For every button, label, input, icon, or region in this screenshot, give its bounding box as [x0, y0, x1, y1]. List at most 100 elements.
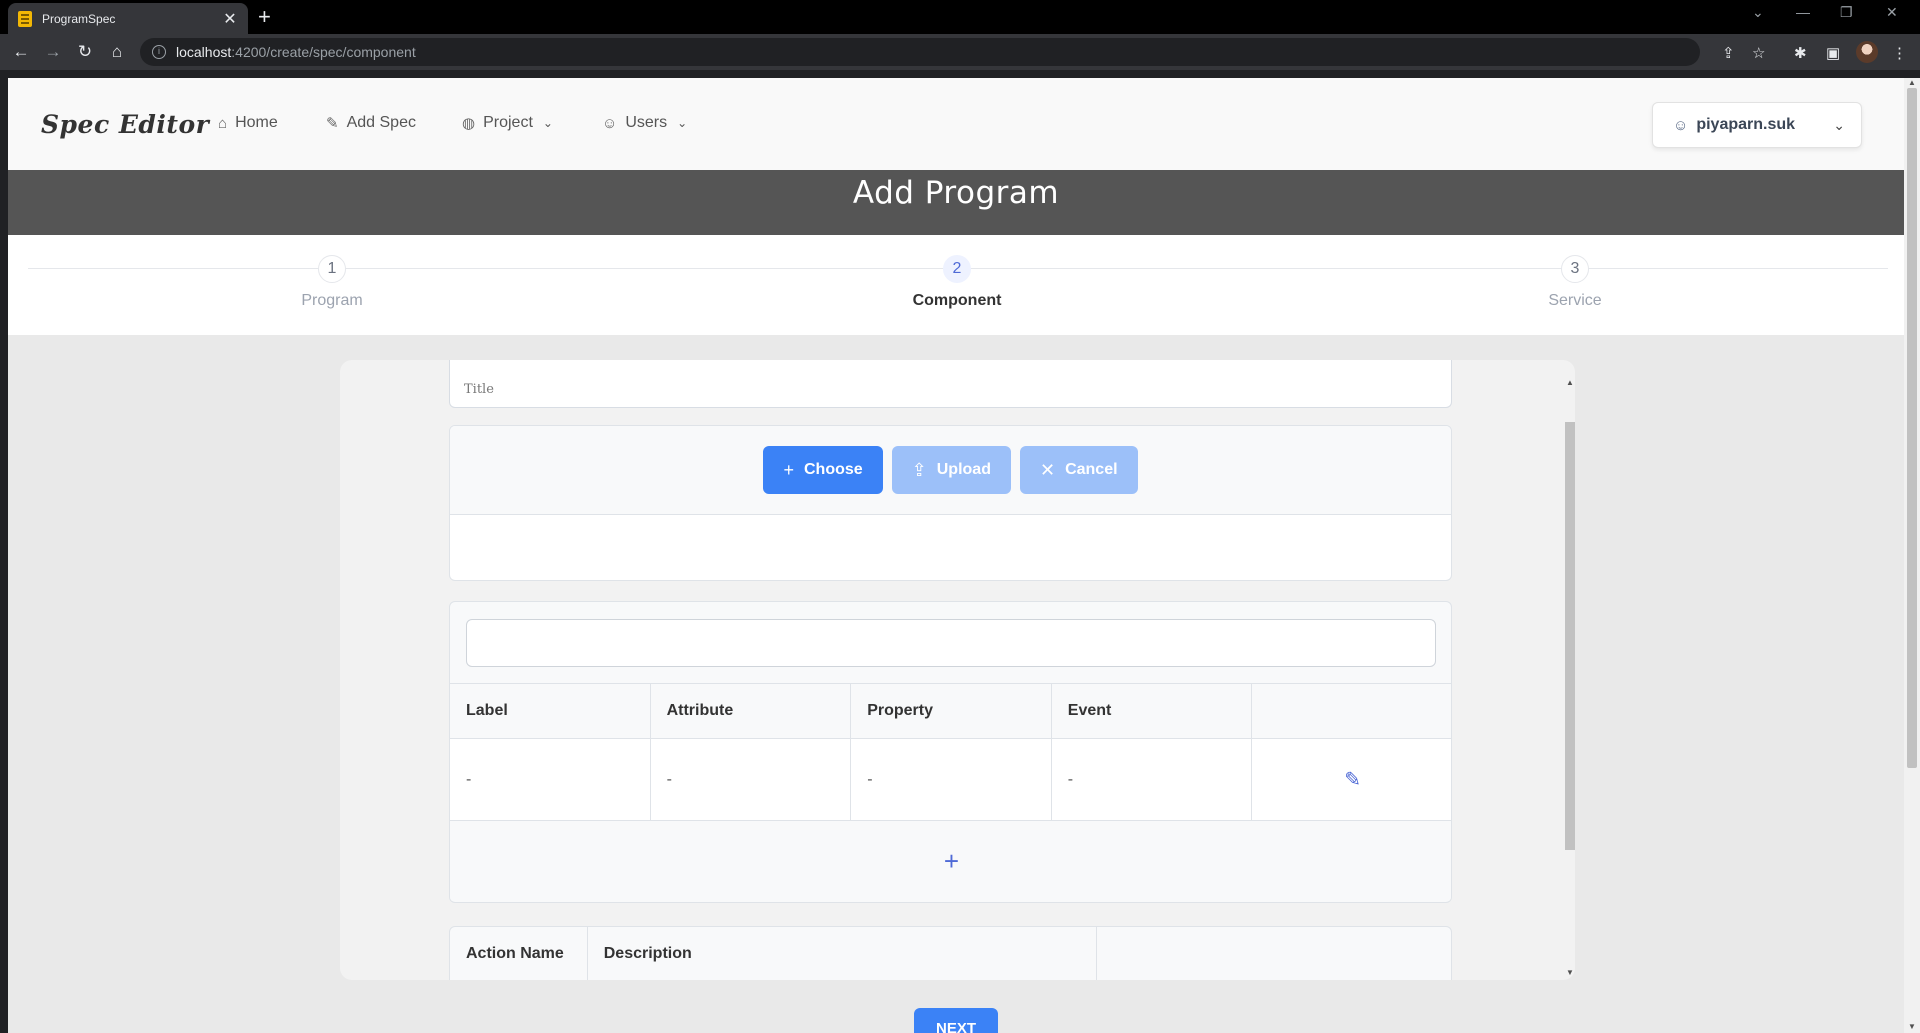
choose-button[interactable]: + Choose [763, 446, 883, 494]
plus-icon: + [783, 459, 794, 480]
forward-icon[interactable]: → [43, 42, 63, 62]
tab-title: ProgramSpec [42, 11, 116, 26]
page-title: Add Program [852, 175, 1060, 211]
add-row-button[interactable]: + [450, 820, 1451, 901]
nav-users-label: Users [625, 114, 668, 131]
user-icon: ☺ [1673, 116, 1689, 134]
extensions-icon[interactable]: ✱ [1794, 44, 1807, 62]
column-header: Label [450, 684, 651, 738]
table-cell: - [650, 739, 852, 820]
scroll-up-icon[interactable]: ▲ [1908, 78, 1916, 87]
share-icon[interactable]: ⇪ [1722, 44, 1735, 62]
user-icon: ☺ [602, 114, 618, 132]
page-banner: Add Program [8, 170, 1904, 235]
step-label: Component [912, 292, 1002, 309]
chevron-down-icon: ⌄ [677, 116, 688, 130]
side-panel-icon[interactable]: ▣ [1826, 44, 1840, 62]
bookmark-star-icon[interactable]: ☆ [1752, 44, 1765, 62]
minimize-icon[interactable]: — [1796, 4, 1810, 20]
upload-button[interactable]: ⇪ Upload [891, 446, 1011, 494]
nav-home[interactable]: ⌂ Home [218, 114, 278, 132]
nav-home-label: Home [235, 114, 278, 131]
scroll-down-icon[interactable]: ▼ [1908, 1022, 1916, 1031]
step-label: Program [301, 292, 363, 309]
component-form-card[interactable]: Title + Choose ⇪ Upload ✕ Cancel Label A… [340, 360, 1575, 980]
user-menu-button[interactable]: ☺ piyaparn.suk ⌄ [1652, 102, 1862, 148]
table-cell: - [450, 739, 651, 820]
nav-add-spec-label: Add Spec [346, 114, 416, 131]
column-header: Description [588, 927, 1097, 980]
nav-project-label: Project [483, 114, 533, 131]
cancel-button[interactable]: ✕ Cancel [1019, 446, 1138, 494]
column-header: Action Name [450, 927, 588, 980]
home-icon: ⌂ [218, 114, 228, 132]
scrollbar-thumb[interactable] [1565, 422, 1575, 850]
upload-icon: ⇪ [911, 459, 927, 480]
upload-label: Upload [936, 461, 991, 478]
tab-search-icon[interactable]: ⌄ [1752, 4, 1764, 21]
reload-icon[interactable]: ↻ [75, 42, 95, 62]
nav-users[interactable]: ☺ Users ⌄ [602, 114, 687, 132]
address-bar[interactable]: i localhost:4200/create/spec/component [140, 38, 1700, 66]
scroll-down-icon[interactable]: ▼ [1566, 968, 1574, 977]
step-component[interactable]: 2 Component [857, 235, 1057, 310]
step-number: 1 [318, 255, 346, 283]
browser-menu-icon[interactable]: ⋮ [1892, 44, 1907, 62]
action-table: Action Name Description [449, 926, 1452, 980]
next-button[interactable]: NEXT [914, 1008, 998, 1033]
browser-tab[interactable]: ProgramSpec ✕ [8, 3, 248, 34]
column-header-actions [1097, 927, 1451, 980]
scroll-up-icon[interactable]: ▲ [1566, 378, 1574, 387]
table-cell: - [851, 739, 1052, 820]
new-tab-icon[interactable]: + [258, 6, 271, 28]
step-number: 3 [1561, 255, 1589, 283]
table-header-row: Action Name Description [450, 927, 1451, 980]
pencil-icon: ✎ [326, 115, 339, 132]
close-icon: ✕ [1039, 459, 1056, 480]
title-placeholder: Title [464, 382, 494, 397]
nav-project[interactable]: ◍ Project ⌄ [462, 114, 553, 132]
column-header-actions [1252, 684, 1451, 738]
brand-logo[interactable]: Spec Editor [41, 110, 209, 139]
chevron-down-icon: ⌄ [542, 116, 553, 130]
component-name-input[interactable] [466, 619, 1436, 667]
stepper: 1 Program 2 Component 3 Service [8, 235, 1904, 335]
page-scrollbar[interactable]: ▲ ▼ [1904, 78, 1920, 1033]
table-header-row: Label Attribute Property Event [450, 683, 1451, 738]
edit-row-button[interactable]: ✎ [1252, 739, 1451, 820]
globe-icon: ◍ [462, 115, 476, 132]
username: piyaparn.suk [1696, 116, 1796, 133]
restore-icon[interactable]: ❐ [1840, 4, 1853, 21]
url-path: :4200/create/spec/component [231, 44, 416, 60]
component-table: Label Attribute Property Event - - - - ✎ [450, 683, 1451, 901]
close-tab-icon[interactable]: ✕ [222, 9, 238, 29]
column-header: Property [851, 684, 1052, 738]
step-program[interactable]: 1 Program [232, 235, 432, 310]
close-window-icon[interactable]: ✕ [1886, 4, 1898, 21]
site-info-icon[interactable]: i [152, 45, 166, 59]
browser-tab-bar: ProgramSpec ✕ + ⌄ — ❐ ✕ [0, 0, 1920, 34]
nav-add-spec[interactable]: ✎ Add Spec [326, 114, 416, 132]
column-header: Attribute [650, 684, 852, 738]
table-row: - - - - ✎ [450, 738, 1451, 820]
app-favicon-icon [18, 10, 32, 27]
step-label: Service [1548, 292, 1602, 309]
profile-avatar[interactable] [1856, 41, 1878, 63]
choose-label: Choose [803, 461, 863, 478]
table-cell: - [1051, 739, 1253, 820]
card-scrollbar[interactable]: ▲ ▼ [1565, 378, 1575, 978]
scrollbar-thumb[interactable] [1907, 88, 1917, 768]
title-field[interactable]: Title [449, 360, 1452, 408]
app-page: Spec Editor ⌂ Home ✎ Add Spec ◍ Project … [8, 78, 1904, 1033]
step-service[interactable]: 3 Service [1475, 235, 1675, 310]
home-browser-icon[interactable]: ⌂ [107, 42, 127, 62]
browser-toolbar: ← → ↻ ⌂ i localhost:4200/create/spec/com… [0, 34, 1920, 70]
back-icon[interactable]: ← [11, 42, 31, 62]
step-number: 2 [943, 255, 971, 283]
component-table-panel: Label Attribute Property Event - - - - ✎ [449, 601, 1452, 903]
file-upload: + Choose ⇪ Upload ✕ Cancel [449, 425, 1452, 581]
app-navbar: Spec Editor ⌂ Home ✎ Add Spec ◍ Project … [8, 78, 1904, 170]
upload-toolbar: + Choose ⇪ Upload ✕ Cancel [450, 426, 1451, 515]
cancel-label: Cancel [1065, 461, 1118, 478]
column-header: Event [1051, 684, 1253, 738]
